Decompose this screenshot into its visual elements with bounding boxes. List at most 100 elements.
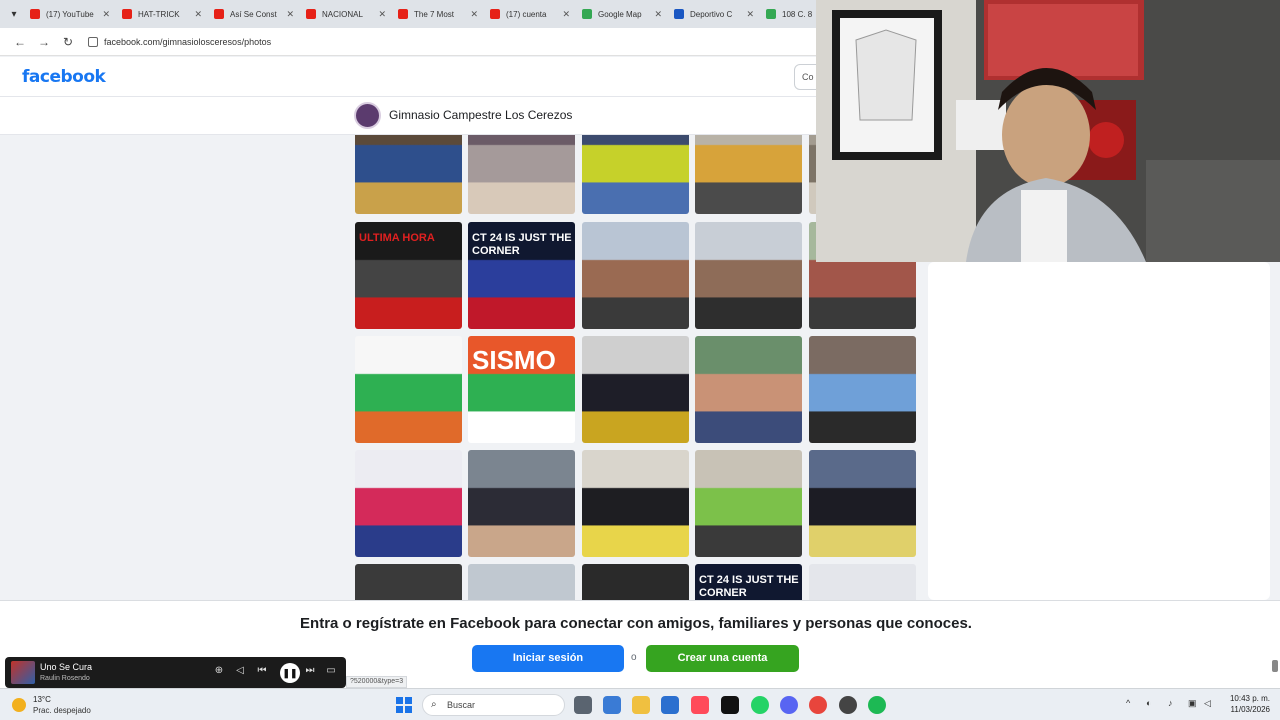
page-name[interactable]: Gimnasio Campestre Los Cerezos — [389, 108, 572, 122]
media-player-widget: Uno Se Cura Raulin Rosendo ⊕ ◁ ⏮ ❚❚ ⏭ ▭ — [5, 657, 346, 688]
track-title: Uno Se Cura — [40, 662, 93, 672]
tab-label: (17) YouTube — [46, 9, 94, 19]
tray-network-icon[interactable]: ◐ — [1146, 698, 1151, 708]
tab-favicon-icon — [398, 9, 408, 19]
album-art[interactable] — [11, 661, 35, 684]
clock-time[interactable]: 10:43 p. m. — [1222, 694, 1270, 703]
site-info-icon[interactable] — [88, 36, 98, 47]
tab-favicon-icon — [490, 9, 500, 19]
photo-teacher-child[interactable] — [695, 336, 802, 443]
tab-close-icon[interactable]: ✕ — [378, 9, 386, 20]
photo-courtyard-formation[interactable] — [695, 222, 802, 329]
clock-date[interactable]: 11/03/2026 — [1222, 705, 1270, 714]
reload-icon[interactable]: ↻ — [56, 35, 80, 49]
photo-emergency-kit-list[interactable] — [355, 336, 462, 443]
browser-tab[interactable]: Así Se Const ✕ — [208, 3, 300, 25]
device-icon[interactable]: ▭ — [324, 665, 338, 676]
tab-favicon-icon — [674, 9, 684, 19]
tray-wifi-icon[interactable]: ▣ — [1188, 698, 1197, 709]
weather-temperature: 13°C — [33, 695, 51, 704]
chrome-icon[interactable] — [809, 696, 827, 714]
photo-ultima-hora[interactable]: ULTIMA HORA — [355, 222, 462, 329]
obs-icon[interactable] — [839, 696, 857, 714]
browser-tab[interactable]: The 7 Most ✕ — [392, 3, 484, 25]
tray-volume-icon[interactable]: ◁ — [1204, 698, 1211, 709]
widgets-icon[interactable] — [603, 696, 621, 714]
tab-label: Deportivo C — [690, 9, 733, 19]
weather-description: Prac. despejado — [33, 706, 91, 715]
store-icon[interactable] — [661, 696, 679, 714]
photo-partial-act24[interactable]: CT 24 IS JUST THE CORNER — [695, 564, 802, 600]
tab-favicon-icon — [582, 9, 592, 19]
photo-firefighter-speech[interactable] — [355, 135, 462, 214]
discord-icon[interactable] — [780, 696, 798, 714]
browser-tab[interactable]: Deportivo C ✕ — [668, 3, 760, 25]
tab-label: HAT-TRICK — [138, 9, 180, 19]
photo-partial-8[interactable] — [582, 564, 689, 600]
photo-jars-experiment[interactable] — [355, 450, 462, 557]
tab-label: Así Se Const — [230, 9, 277, 19]
tiktok-icon[interactable] — [721, 696, 739, 714]
photo-firefighter-group[interactable] — [695, 135, 802, 214]
pause-button[interactable]: ❚❚ — [280, 663, 300, 683]
previous-track-icon[interactable]: ⏮ — [255, 665, 269, 676]
tray-chevron-icon[interactable]: ^ — [1126, 698, 1130, 708]
tab-close-icon[interactable]: ✕ — [286, 9, 294, 20]
tab-favicon-icon — [30, 9, 40, 19]
browser-tab[interactable]: NACIONAL ✕ — [300, 3, 392, 25]
photo-partial-loading[interactable] — [809, 564, 916, 600]
whatsapp-icon[interactable] — [751, 696, 769, 714]
forward-arrow-icon[interactable]: → — [32, 35, 56, 49]
add-icon[interactable]: ⊕ — [212, 665, 226, 676]
photo-diplomas-classroom[interactable] — [582, 450, 689, 557]
right-side-panel — [928, 262, 1270, 600]
login-prompt-text: Entra o regístrate en Facebook para cone… — [300, 615, 972, 632]
tab-close-icon[interactable]: ✕ — [746, 9, 754, 20]
windows-start-icon[interactable] — [396, 697, 412, 713]
tab-close-icon[interactable]: ✕ — [562, 9, 570, 20]
photo-gym-safety-vests[interactable] — [582, 135, 689, 214]
browser-tab[interactable]: Google Map ✕ — [576, 3, 668, 25]
photo-partial-6[interactable] — [355, 564, 462, 600]
tab-label: NACIONAL — [322, 9, 363, 19]
tab-favicon-icon — [214, 9, 224, 19]
volume-icon[interactable]: ◁ — [233, 665, 247, 676]
url-field[interactable]: facebook.com/gimnasiolosceresos/photos — [88, 36, 271, 47]
tray-mic-icon[interactable]: ♪ — [1168, 698, 1173, 708]
spotify-icon[interactable] — [868, 696, 886, 714]
tab-close-icon[interactable]: ✕ — [470, 9, 478, 20]
create-account-button[interactable]: Crear una cuenta — [646, 645, 799, 672]
tab-close-icon[interactable]: ✕ — [654, 9, 662, 20]
photo-sismo-poster[interactable]: SISMO — [468, 336, 575, 443]
next-track-icon[interactable]: ⏭ — [303, 665, 317, 676]
photo-diplomas-suits[interactable] — [809, 450, 916, 557]
photo-overlay-text: ULTIMA HORA — [359, 232, 435, 244]
webcam-overlay — [816, 0, 1280, 262]
photo-act-24-corner[interactable]: CT 24 IS JUST THE CORNER — [468, 222, 575, 329]
photo-kids-green-uniform[interactable] — [695, 450, 802, 557]
file-explorer-icon[interactable] — [632, 696, 650, 714]
photo-dance-court[interactable] — [809, 336, 916, 443]
tab-close-icon[interactable]: ✕ — [102, 9, 110, 20]
photo-partial-7[interactable] — [468, 564, 575, 600]
weather-moon-icon[interactable] — [12, 698, 26, 712]
photo-courtyard-students[interactable] — [582, 222, 689, 329]
browser-tab[interactable]: (17) YouTube ✕ — [24, 3, 116, 25]
back-arrow-icon[interactable]: ← — [8, 35, 32, 49]
taskbar-search-label: Buscar — [447, 700, 476, 710]
tab-close-icon[interactable]: ✕ — [194, 9, 202, 20]
track-artist: Raulin Rosendo — [40, 675, 90, 682]
facebook-logo[interactable]: facebook — [22, 67, 106, 87]
login-button[interactable]: Iniciar sesión — [472, 645, 624, 672]
page-avatar[interactable] — [354, 102, 381, 129]
tab-list-dropdown-icon[interactable]: ▾ — [4, 9, 24, 20]
photo-group-bullhorn[interactable] — [468, 135, 575, 214]
capcut-icon[interactable] — [691, 696, 709, 714]
browser-tab[interactable]: (17) cuenta ✕ — [484, 3, 576, 25]
taskbar-search[interactable]: ⌕ Buscar — [422, 694, 565, 716]
page-scrollbar[interactable] — [1272, 660, 1278, 672]
photo-graduation-row[interactable] — [582, 336, 689, 443]
task-view-icon[interactable] — [574, 696, 592, 714]
browser-tab[interactable]: HAT-TRICK ✕ — [116, 3, 208, 25]
photo-teacher-portrait[interactable] — [468, 450, 575, 557]
